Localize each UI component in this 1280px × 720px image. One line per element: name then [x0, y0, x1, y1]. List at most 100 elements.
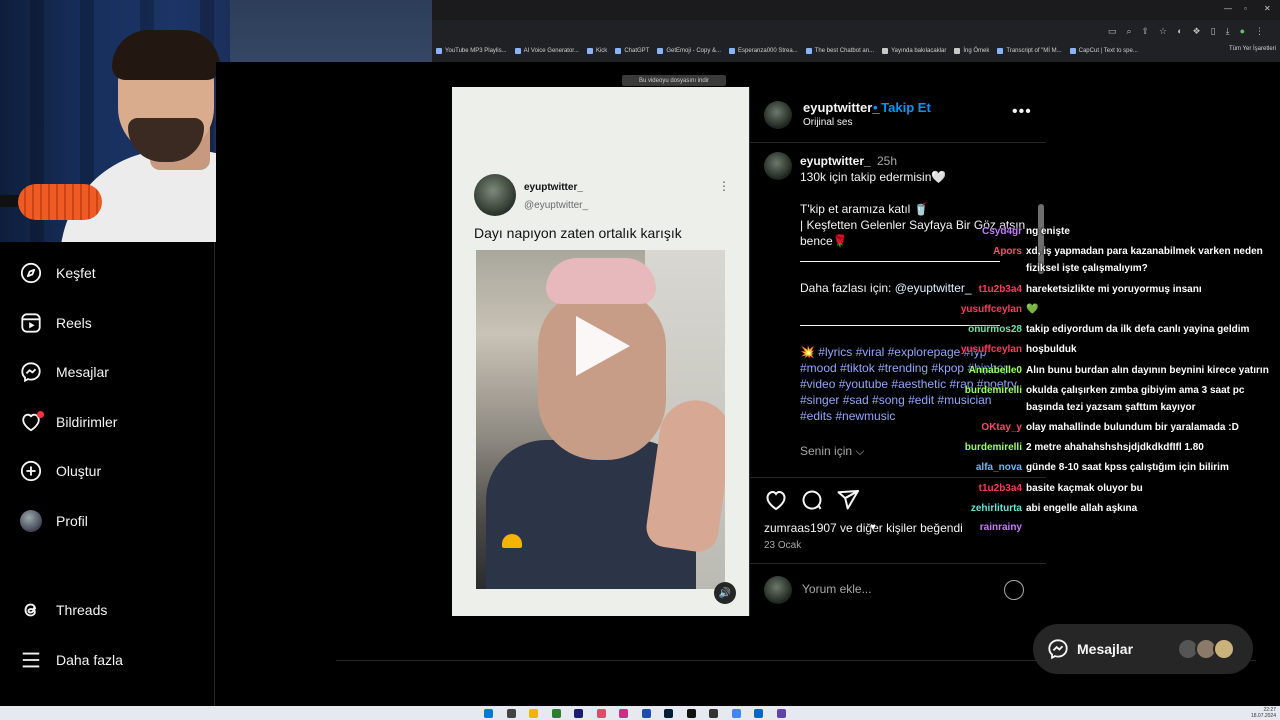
- chat-username[interactable]: Apors: [792, 246, 1022, 257]
- bookmark-item[interactable]: The best Chatbot an...: [805, 48, 874, 54]
- taskbar-app-icon[interactable]: [506, 709, 516, 718]
- bookmark-item[interactable]: Kick: [586, 48, 608, 54]
- taskbar-app-icon[interactable]: [641, 709, 651, 718]
- chat-username[interactable]: Annabelle0: [792, 365, 1022, 376]
- taskbar-app-icon[interactable]: [596, 709, 606, 718]
- follow-button[interactable]: • Takip Et: [873, 100, 931, 115]
- taskbar-clock[interactable]: 22:27 18.07.2024: [1251, 707, 1276, 719]
- profile-icon[interactable]: ●: [1240, 26, 1245, 36]
- taskbar-app-icon[interactable]: [754, 709, 763, 718]
- taskbar-app-icon[interactable]: [709, 709, 718, 718]
- post-media[interactable]: eyuptwitter_ @eyuptwitter_ ⋮ Dayı napıyo…: [452, 87, 749, 616]
- sidepanel-icon[interactable]: ▯: [1211, 26, 1216, 37]
- download-hint[interactable]: Bu videoyu dosyasını indir: [622, 75, 726, 86]
- taskbar-app-icon[interactable]: [686, 709, 696, 718]
- bookmark-label: Yayında bakılacaklar: [891, 48, 947, 54]
- like-icon[interactable]: [764, 488, 788, 512]
- author-username[interactable]: eyuptwitter_: [803, 100, 880, 115]
- caption-username[interactable]: eyuptwitter_: [800, 154, 871, 168]
- minimize-icon[interactable]: —: [1224, 4, 1232, 13]
- audio-label[interactable]: Orijinal ses: [803, 117, 852, 128]
- nav-label: Daha fazla: [56, 652, 123, 668]
- more-options-icon[interactable]: •••: [1012, 103, 1032, 121]
- caption-line: T'kip et aramıza katıl 🥤: [800, 202, 929, 216]
- chat-username[interactable]: t1u2b3a4: [792, 483, 1022, 494]
- emoji-icon[interactable]: [1004, 580, 1024, 600]
- chat-username[interactable]: yusuffceylan: [792, 304, 1022, 315]
- nav-item-reels[interactable]: Reels: [20, 311, 92, 335]
- taskbar-app-icon[interactable]: [574, 709, 583, 718]
- bookmark-label: GetEmoji - Copy &...: [666, 48, 722, 54]
- nav-label: Keşfet: [56, 265, 96, 281]
- nav-item-profile[interactable]: Profil: [20, 509, 88, 533]
- nav-label: Profil: [56, 513, 88, 529]
- chat-username[interactable]: t1u2b3a4: [792, 284, 1022, 295]
- taskbar-app-icon[interactable]: [731, 709, 741, 718]
- chat-username[interactable]: onurmos28: [792, 324, 1022, 335]
- caption-avatar[interactable]: [764, 152, 792, 180]
- share-icon[interactable]: ⇪: [1141, 26, 1149, 37]
- menu-icon[interactable]: ⋮: [1255, 26, 1264, 37]
- chat-username[interactable]: burdemirelli: [792, 442, 1022, 453]
- author-avatar[interactable]: [764, 101, 792, 129]
- nav-item-threads[interactable]: Threads: [20, 598, 107, 622]
- chat-text: basite kaçmak oluyor bu: [1026, 483, 1143, 494]
- download-icon[interactable]: ⤓: [1226, 26, 1230, 37]
- follow-label: Takip Et: [881, 100, 931, 115]
- zoom-icon[interactable]: ⌕: [1126, 26, 1131, 37]
- puzzle-icon[interactable]: ❖: [1193, 26, 1201, 37]
- chat-text: hareketsizlikte mi yoruyormuş insanı: [1026, 284, 1202, 295]
- messages-pill[interactable]: Mesajlar: [1033, 624, 1253, 674]
- bookmark-item[interactable]: İng Ömek: [954, 48, 989, 54]
- nav-item-more[interactable]: Daha fazla: [20, 648, 123, 672]
- taskbar-app-icon[interactable]: [551, 709, 561, 718]
- nav-label: Mesajlar: [56, 364, 109, 380]
- play-icon[interactable]: [576, 316, 630, 376]
- chat-username[interactable]: OKtay_y: [792, 422, 1022, 433]
- taskbar-app-icon[interactable]: [776, 709, 786, 718]
- bookmark-item[interactable]: Esperanza000 Strea...: [729, 48, 798, 54]
- comment-input[interactable]: [802, 582, 992, 596]
- bookmark-item[interactable]: ChatGPT: [615, 48, 649, 54]
- nav-item-create[interactable]: Oluştur: [20, 459, 101, 483]
- taskbar-app-icon[interactable]: [619, 709, 628, 718]
- nav-item-notifications[interactable]: Bildirimler: [20, 410, 117, 434]
- bookmark-item[interactable]: Yayında bakılacaklar: [882, 48, 946, 54]
- favicon-icon: [997, 48, 1004, 54]
- bookmark-label: Kick: [595, 48, 608, 54]
- nav-item-explore[interactable]: Keşfet: [20, 261, 96, 285]
- chat-username[interactable]: rainrainy: [792, 522, 1022, 533]
- notification-dot: [37, 411, 44, 418]
- bookmark-item[interactable]: CapCut | Text to spe...: [1069, 48, 1138, 54]
- chat-text: ng enişte: [1026, 226, 1070, 237]
- nav-item-messages[interactable]: Mesajlar: [20, 360, 109, 384]
- comment-bar: [750, 563, 1046, 616]
- taskbar-app-icon[interactable]: [529, 709, 538, 718]
- bookmark-item[interactable]: YouTube MP3 Playlis...: [436, 48, 507, 54]
- close-icon[interactable]: ✕: [1264, 4, 1271, 13]
- star-icon[interactable]: ☆: [1159, 26, 1167, 37]
- favicon-icon: [586, 48, 593, 54]
- chat-username[interactable]: zehirliturta: [792, 503, 1022, 514]
- chat-username[interactable]: burdemirelli: [792, 385, 1022, 396]
- bookmark-item[interactable]: AI Voice Generator...: [514, 48, 579, 54]
- extension-icon[interactable]: ◐: [1177, 26, 1182, 36]
- cast-icon[interactable]: ▭: [1108, 26, 1117, 37]
- all-bookmarks[interactable]: Tüm Yer İşaretleri: [1229, 46, 1276, 52]
- reels-icon: [20, 312, 42, 334]
- chat-username[interactable]: Csyd4gr: [792, 226, 1022, 237]
- video-player[interactable]: [476, 250, 725, 589]
- favicon-icon: [514, 48, 521, 54]
- taskbar-app-icon[interactable]: [664, 709, 673, 718]
- chat-username[interactable]: yusuffceylan: [792, 344, 1022, 355]
- chat-username[interactable]: alfa_nova: [792, 462, 1022, 473]
- post-header: eyuptwitter_ • Takip Et Orijinal ses •••: [750, 87, 1046, 143]
- taskbar-app-icon[interactable]: [484, 709, 493, 718]
- sound-icon[interactable]: 🔊: [714, 582, 736, 604]
- messages-pill-label: Mesajlar: [1077, 641, 1134, 657]
- bookmark-item[interactable]: GetEmoji - Copy &...: [657, 48, 721, 54]
- bookmark-label: Esperanza000 Strea...: [738, 48, 798, 54]
- bookmark-item[interactable]: Transcript of "Mİ M...: [997, 48, 1062, 54]
- maximize-icon[interactable]: ▫: [1244, 4, 1247, 13]
- browser-chrome: — ▫ ✕ ▭ ⌕ ⇪ ☆ ◐ ❖ ▯ ⤓ ● ⋮ YouTube MP3 Pl…: [432, 0, 1280, 62]
